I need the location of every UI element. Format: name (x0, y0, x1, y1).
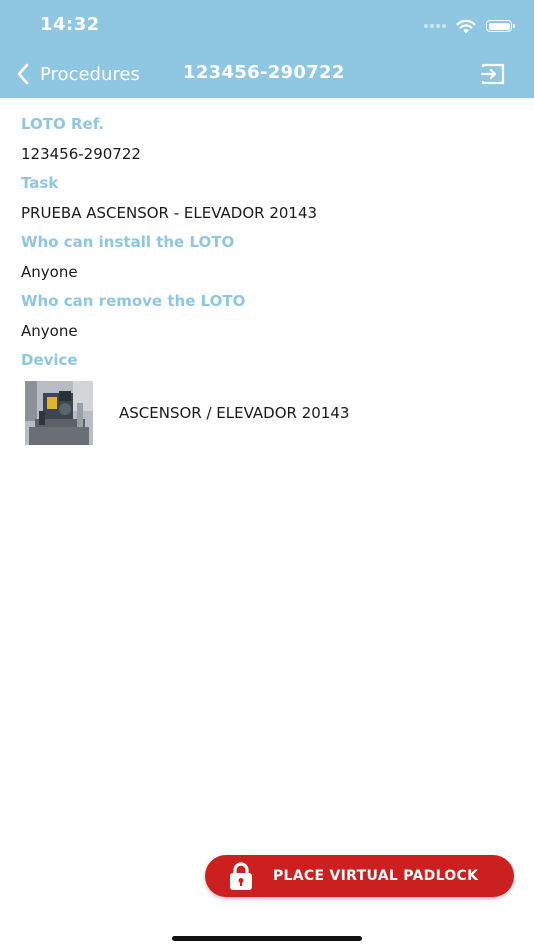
page-title: 123456-290722 (183, 62, 345, 83)
status-time: 14:32 (40, 14, 100, 35)
back-button[interactable]: Procedures (16, 58, 140, 90)
device-thumbnail[interactable] (25, 381, 93, 445)
machine-photo (25, 381, 93, 445)
chevron-left-icon (17, 63, 29, 85)
nav-bar: Procedures 123456-290722 (0, 58, 534, 90)
loto-ref-value: 123456-290722 (21, 145, 141, 163)
signal-icon (424, 24, 446, 28)
status-icons (424, 16, 515, 36)
procedure-details: LOTO Ref. 123456-290722 Task PRUEBA ASCE… (21, 110, 511, 445)
remove-permission-value: Anyone (21, 322, 78, 340)
device-item[interactable]: ASCENSOR / ELEVADOR 20143 (21, 381, 511, 445)
padlock-icon (230, 862, 252, 890)
header: 14:32 Procedures 123456-290722 (0, 0, 534, 98)
home-indicator (172, 936, 362, 941)
place-virtual-padlock-button[interactable]: PLACE VIRTUAL PADLOCK (205, 855, 514, 897)
back-label: Procedures (40, 63, 140, 85)
place-virtual-padlock-label: PLACE VIRTUAL PADLOCK (273, 868, 479, 884)
exit-button[interactable] (480, 62, 506, 86)
device-label: Device (21, 351, 78, 369)
wifi-icon (456, 19, 476, 33)
exit-icon (480, 63, 505, 85)
install-permission-value: Anyone (21, 263, 78, 281)
task-label: Task (21, 174, 59, 192)
device-name: ASCENSOR / ELEVADOR 20143 (119, 404, 350, 422)
loto-ref-label: LOTO Ref. (21, 115, 105, 133)
install-permission-label: Who can install the LOTO (21, 233, 235, 251)
task-value: PRUEBA ASCENSOR - ELEVADOR 20143 (21, 204, 318, 222)
battery-icon (486, 20, 515, 32)
remove-permission-label: Who can remove the LOTO (21, 292, 246, 310)
